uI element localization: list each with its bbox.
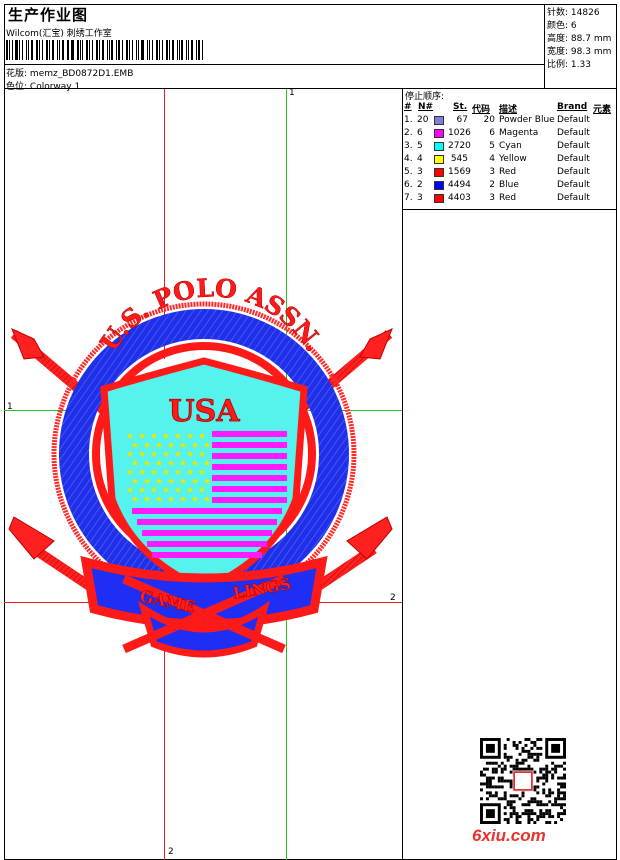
svg-text:★: ★ <box>143 495 151 505</box>
row-stitches: 4403 <box>448 193 471 203</box>
usa-text: USA <box>168 394 240 429</box>
color-swatch <box>434 181 444 190</box>
row-index: 2. <box>404 128 413 138</box>
color-swatch <box>434 116 444 125</box>
table-row: 4. 4 545 4 Yellow Default <box>403 154 617 167</box>
row-stitches: 1026 <box>448 128 471 138</box>
col-header-stitches: St. <box>453 102 468 112</box>
row-brand: Default <box>557 167 590 177</box>
software-subtitle: Wilcom(汇宝) 刺绣工作室 <box>6 29 112 39</box>
row-needle: 3 <box>417 193 423 203</box>
svg-text:★: ★ <box>203 495 211 505</box>
table-row: 3. 5 2720 5 Cyan Default <box>403 141 617 154</box>
stat-colors: 颜色: 6 <box>547 21 577 31</box>
design-file-line: 花版: memz_BD0872D1.EMB <box>6 66 133 79</box>
row-description: Blue <box>499 180 519 190</box>
color-swatch <box>434 194 444 203</box>
stat-height: 高度: 88.7 mm <box>547 34 612 44</box>
row-brand: Default <box>557 128 590 138</box>
watermark-logo: 6xiu.com <box>472 826 546 845</box>
row-code: 3 <box>489 167 495 177</box>
banner: GAME LINGS <box>80 555 328 658</box>
color-swatch <box>434 142 444 151</box>
row-index: 1. <box>404 115 413 125</box>
row-code: 20 <box>483 115 495 125</box>
col-header-index: # <box>404 102 412 112</box>
row-brand: Default <box>557 193 590 203</box>
design-value: memz_BD0872D1.EMB <box>29 69 134 79</box>
row-description: Red <box>499 167 517 177</box>
table-row: 5. 3 1569 3 Red Default <box>403 167 617 180</box>
stat-width: 宽度: 98.3 mm <box>547 47 612 57</box>
svg-text:★: ★ <box>155 495 163 505</box>
row-code: 4 <box>489 154 495 164</box>
row-stitches: 4494 <box>448 180 471 190</box>
row-needle: 4 <box>417 154 423 164</box>
row-needle: 3 <box>417 167 423 177</box>
row-needle: 6 <box>417 128 423 138</box>
row-brand: Default <box>557 154 590 164</box>
row-description: Cyan <box>499 141 522 151</box>
row-stitches: 2720 <box>448 141 471 151</box>
col-header-code: 代码 <box>472 105 491 115</box>
stop-sequence-table: 停止顺序: # N# St. 代码 描述 Brand 元素 1. 20 67 20 Po… <box>403 89 617 210</box>
design-canvas: 1 1 2 2 U.S. POLO ASSN. USA ★ ★ ★ ★ ★ ★ … <box>4 89 403 860</box>
color-swatch <box>434 168 444 177</box>
row-description: Powder Blue <box>499 115 555 125</box>
table-row: 7. 3 4403 3 Red Default <box>403 193 617 206</box>
svg-text:★: ★ <box>179 495 187 505</box>
stat-scale: 比例: 1.33 <box>547 60 591 70</box>
row-stitches: 67 <box>456 115 468 125</box>
col-header-brand: Brand <box>557 102 588 112</box>
table-row: 1. 20 67 20 Powder Blue Default <box>403 115 617 128</box>
row-stitches: 545 <box>450 154 468 164</box>
row-description: Red <box>499 193 517 203</box>
row-description: Magenta <box>499 128 539 138</box>
embroidery-design: U.S. POLO ASSN. USA ★ ★ ★ ★ ★ ★ ★★ ★ ★ ★ ★ ★ ★★ ★ ★ ★ ★ ★… <box>8 273 393 658</box>
col-header-element: 元素 <box>593 105 612 115</box>
row-index: 4. <box>404 154 413 164</box>
color-swatch <box>434 155 444 164</box>
row-index: 5. <box>404 167 413 177</box>
row-brand: Default <box>557 115 590 125</box>
header-info: 生产作业图 Wilcom(汇宝) 刺绣工作室 花版: memz_BD0872D1… <box>4 4 545 92</box>
header-divider <box>4 64 545 65</box>
barcode <box>6 40 206 60</box>
row-description: Yellow <box>499 154 527 164</box>
table-row: 6. 2 4494 2 Blue Default <box>403 180 617 193</box>
row-needle: 5 <box>417 141 423 151</box>
col-header-needle: N# <box>418 102 434 112</box>
row-code: 3 <box>489 193 495 203</box>
row-index: 6. <box>404 180 413 190</box>
row-brand: Default <box>557 180 590 190</box>
row-code: 6 <box>489 128 495 138</box>
row-index: 3. <box>404 141 413 151</box>
svg-text:★: ★ <box>167 495 175 505</box>
row-code: 5 <box>489 141 495 151</box>
svg-text:★: ★ <box>131 495 139 505</box>
row-stitches: 1569 <box>448 167 471 177</box>
stop-sequence-title: 停止顺序: <box>405 92 445 102</box>
row-code: 2 <box>489 180 495 190</box>
table-row: 2. 6 1026 6 Magenta Default <box>403 128 617 141</box>
row-index: 7. <box>404 193 413 203</box>
col-header-description: 描述 <box>499 105 518 115</box>
color-swatch <box>434 129 444 138</box>
design-label: 花版: <box>6 69 28 79</box>
stat-stitches: 针数: 14826 <box>547 8 600 18</box>
qr-code <box>480 738 566 824</box>
row-needle: 20 <box>417 115 429 125</box>
page-title: 生产作业图 <box>8 6 89 24</box>
stats-panel: 针数: 14826 颜色: 6 高度: 88.7 mm 宽度: 98.3 mm … <box>545 4 617 89</box>
row-brand: Default <box>557 141 590 151</box>
row-needle: 2 <box>417 180 423 190</box>
svg-text:★: ★ <box>191 495 199 505</box>
